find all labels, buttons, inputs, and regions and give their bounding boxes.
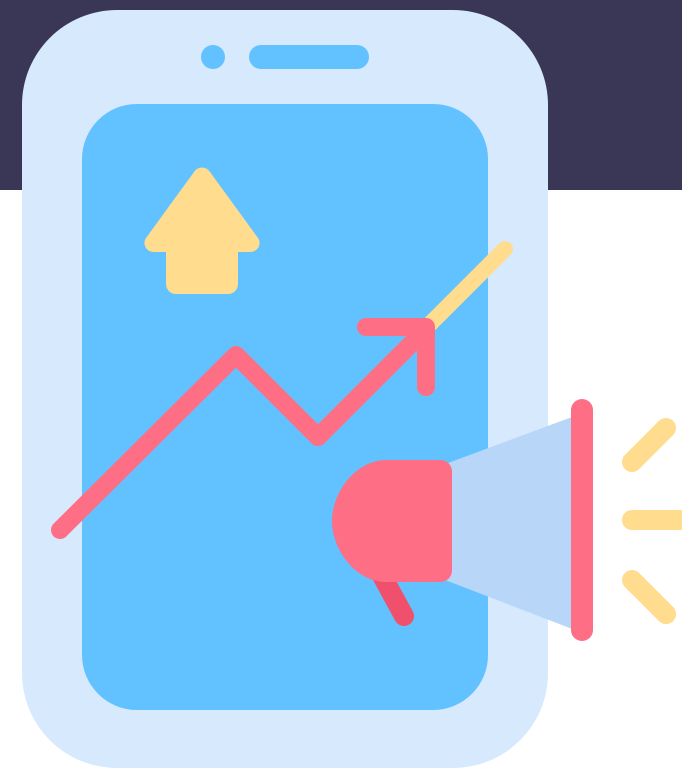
phone-speaker-slot: [249, 45, 369, 69]
sound-wave-top: [622, 418, 676, 472]
smartphone-icon: [22, 10, 548, 768]
phone-camera-dot: [201, 45, 225, 69]
sound-wave-bottom: [622, 570, 676, 624]
marketing-illustration-canvas: [0, 0, 682, 768]
sound-waves-icon: [622, 418, 682, 624]
megaphone-body: [332, 460, 452, 582]
smartphone-marketing-illustration: [22, 10, 682, 768]
up-arrow-stem: [166, 240, 238, 294]
